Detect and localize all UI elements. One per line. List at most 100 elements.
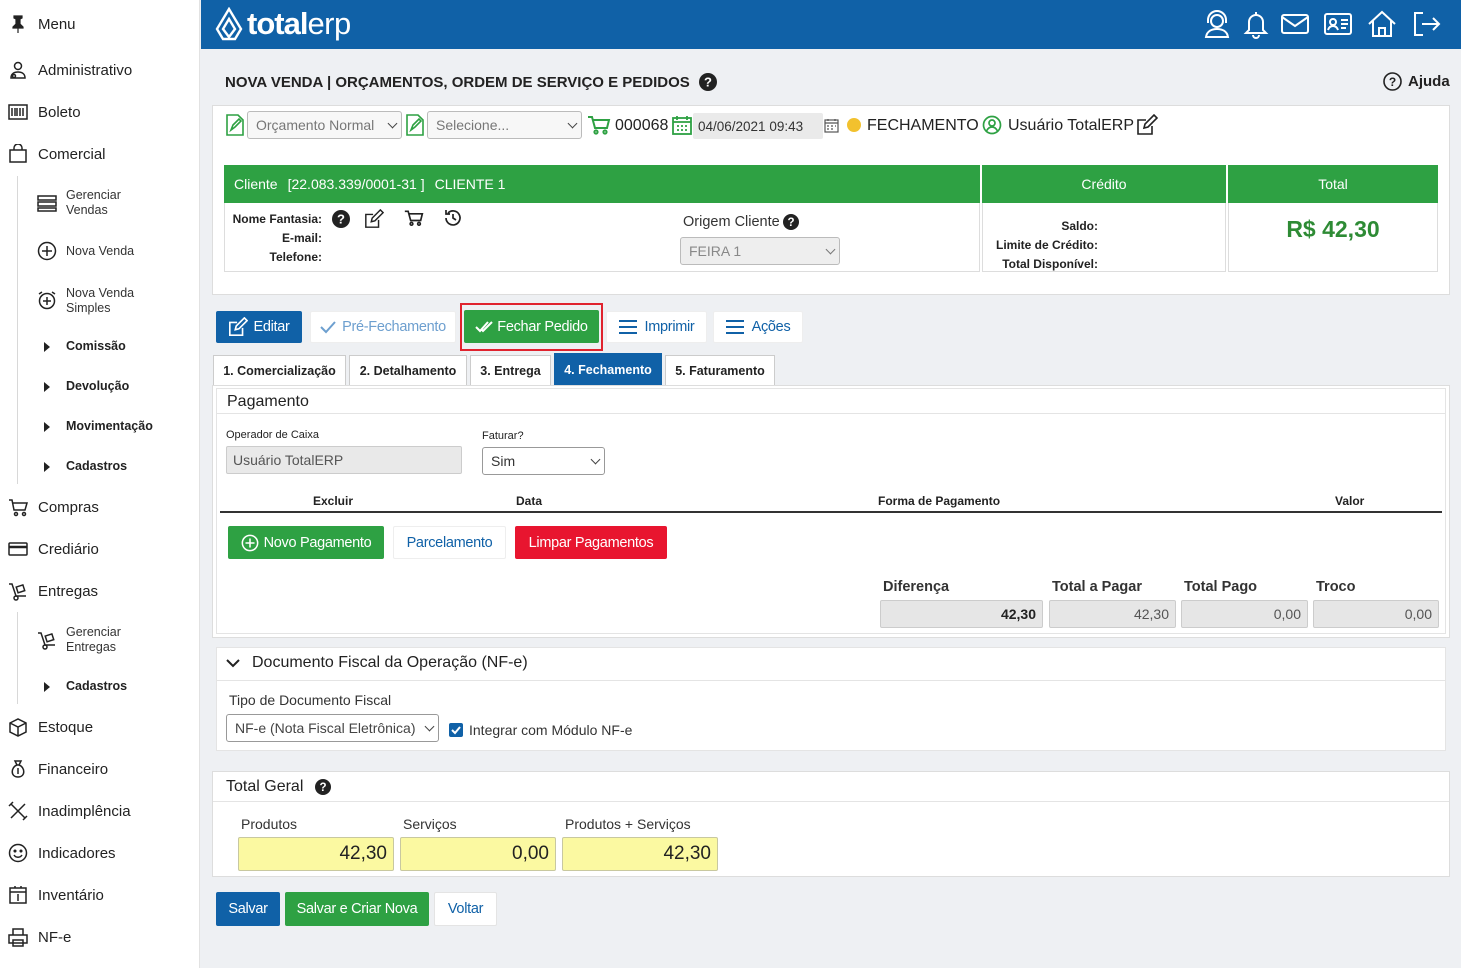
calendar-icon: [672, 116, 692, 135]
sidebar-group-cadastros[interactable]: Cadastros: [0, 457, 200, 477]
tab-label: 4. Fechamento: [564, 363, 652, 377]
sidebar-item-entregas[interactable]: Entregas: [0, 576, 200, 606]
svg-text:?: ?: [1389, 75, 1396, 89]
diferenca-label: Diferença: [883, 579, 950, 595]
sidebar-sub-gerenciar-entregas[interactable]: Gerenciar Entregas: [0, 624, 200, 656]
logout-icon[interactable]: [1411, 9, 1441, 39]
limpar-pagamentos-button[interactable]: Limpar Pagamentos: [515, 526, 667, 559]
svg-text:?: ?: [337, 212, 345, 227]
pin-icon: [12, 15, 24, 33]
edit-client-icon[interactable]: [364, 209, 384, 229]
col-valor: Valor: [1335, 494, 1365, 508]
fechar-pedido-button[interactable]: Fechar Pedido: [464, 310, 599, 343]
tab-detalhamento[interactable]: 2. Detalhamento: [349, 355, 467, 385]
chevron-down-icon: [825, 244, 836, 255]
top-bar: total erp: [201, 0, 1461, 49]
sidebar-item-label: Inadimplência: [38, 802, 131, 820]
hand-truck-icon: [38, 632, 55, 650]
novo-pagamento-button[interactable]: Novo Pagamento: [228, 526, 384, 559]
sidebar-item-compras[interactable]: Compras: [0, 492, 200, 522]
order-datetime-value: 04/06/2021 09:43: [698, 118, 804, 134]
origem-select[interactable]: FEIRA 1: [680, 237, 840, 265]
credit-header-label: Crédito: [1081, 176, 1127, 192]
origem-cliente: Origem Cliente ?: [683, 214, 799, 230]
sidebar-group-label: Cadastros: [66, 679, 128, 693]
tab-faturamento[interactable]: 5. Faturamento: [665, 355, 775, 385]
sidebar-item-nfe[interactable]: NF-e: [0, 922, 200, 952]
mail-icon[interactable]: [1280, 9, 1310, 39]
servicos-value: 0,00: [512, 843, 549, 864]
client-header: Cliente [22.083.339/0001-31 ] CLIENTE 1: [224, 165, 980, 203]
help-circle-icon[interactable]: ?: [332, 210, 350, 228]
parcelamento-button[interactable]: Parcelamento: [393, 526, 506, 559]
pre-fechamento-button[interactable]: Pré-Fechamento: [310, 311, 456, 343]
logo[interactable]: total erp: [215, 6, 351, 42]
disponivel-label: Total Disponível:: [1002, 257, 1098, 271]
sidebar-item-label: Entregas: [38, 582, 99, 600]
help-circle-icon[interactable]: ?: [782, 214, 799, 230]
tab-comercializacao[interactable]: 1. Comercialização: [213, 355, 346, 385]
svg-text:?: ?: [320, 782, 327, 794]
salvar-button[interactable]: Salvar: [216, 892, 280, 926]
nfe-panel-header[interactable]: Documento Fiscal da Operação (NF-e): [226, 654, 528, 672]
sidebar-item-boleto[interactable]: Boleto: [0, 97, 200, 127]
produtos-value: 42,30: [339, 843, 387, 864]
sidebar-item-label: Financeiro: [38, 760, 109, 778]
voltar-label: Voltar: [447, 901, 484, 917]
tools-icon: [8, 801, 28, 821]
col-data: Data: [516, 494, 543, 508]
help-circle-icon[interactable]: ?: [315, 779, 332, 795]
help-circle-icon[interactable]: ?: [698, 73, 717, 91]
sidebar-item-administrativo[interactable]: Administrativo: [0, 55, 200, 85]
sidebar-item-inadimplencia[interactable]: Inadimplência: [0, 796, 200, 826]
faturar-select[interactable]: Sim: [482, 447, 605, 475]
sidebar-item-indicadores[interactable]: Indicadores: [0, 838, 200, 868]
help-outline-icon: ?: [1383, 72, 1402, 91]
checkbox-checked-icon: [449, 723, 463, 737]
imprimir-button[interactable]: Imprimir: [606, 311, 707, 343]
sidebar-group-movimentacao[interactable]: Movimentação: [0, 417, 200, 437]
user-circle-icon: [982, 115, 1002, 135]
total-pago-value: 0,00: [1273, 606, 1301, 622]
salvar-criar-nova-button[interactable]: Salvar e Criar Nova: [285, 892, 429, 926]
sidebar-menu-toggle[interactable]: Menu: [0, 9, 200, 39]
sidebar-sub-nova-venda-simples[interactable]: Nova Venda Simples: [0, 285, 200, 317]
order-second-select[interactable]: Selecione...: [427, 111, 582, 139]
sidebar-sub-nova-venda[interactable]: Nova Venda: [0, 240, 200, 262]
sidebar-item-inventario[interactable]: Inventário: [0, 880, 200, 910]
sidebar-item-crediario[interactable]: Crediário: [0, 534, 200, 564]
produtos-label: Produtos: [241, 816, 298, 832]
menu-icon: [725, 320, 744, 334]
prod-serv-value: 42,30: [663, 843, 711, 864]
order-user: Usuário TotalERP: [1008, 117, 1134, 134]
sidebar-group-devolucao[interactable]: Devolução: [0, 377, 200, 397]
home-icon[interactable]: [1367, 9, 1397, 39]
help-link[interactable]: ? Ajuda: [1383, 72, 1450, 91]
history-icon[interactable]: [443, 208, 463, 228]
tab-fechamento[interactable]: 4. Fechamento: [554, 353, 662, 386]
integrar-nfe-checkbox[interactable]: Integrar com Módulo NF-e: [449, 722, 632, 738]
calendar-picker-icon[interactable]: [824, 118, 839, 133]
sidebar-sub-gerenciar-vendas[interactable]: Gerenciar Vendas: [0, 187, 200, 219]
sidebar-item-estoque[interactable]: Estoque: [0, 712, 200, 742]
sidebar-item-financeiro[interactable]: Financeiro: [0, 754, 200, 784]
bell-icon[interactable]: [1241, 9, 1271, 39]
sidebar-group-comissao[interactable]: Comissão: [0, 337, 200, 357]
pre-fechamento-label: Pré-Fechamento: [342, 319, 446, 335]
cart-icon[interactable]: [404, 209, 424, 227]
tab-entrega[interactable]: 3. Entrega: [470, 355, 551, 385]
editar-button[interactable]: Editar: [216, 311, 302, 343]
sidebar-sub-label: Nova Venda Simples: [66, 286, 135, 315]
total-header-label: Total: [1318, 176, 1348, 192]
edit-icon[interactable]: [1136, 114, 1158, 136]
order-type-select[interactable]: Orçamento Normal: [247, 111, 402, 139]
id-card-icon[interactable]: [1323, 9, 1353, 39]
voltar-button[interactable]: Voltar: [434, 892, 497, 926]
tipo-doc-select[interactable]: NF-e (Nota Fiscal Eletrônica): [226, 714, 439, 742]
support-agent-icon[interactable]: [1202, 9, 1232, 39]
sidebar-item-comercial[interactable]: Comercial: [0, 139, 200, 169]
acoes-button[interactable]: Ações: [713, 311, 803, 343]
origem-label: Origem Cliente: [683, 214, 780, 230]
order-datetime-field[interactable]: 04/06/2021 09:43: [693, 113, 823, 139]
sidebar-group-cadastros-entregas[interactable]: Cadastros: [0, 677, 200, 697]
